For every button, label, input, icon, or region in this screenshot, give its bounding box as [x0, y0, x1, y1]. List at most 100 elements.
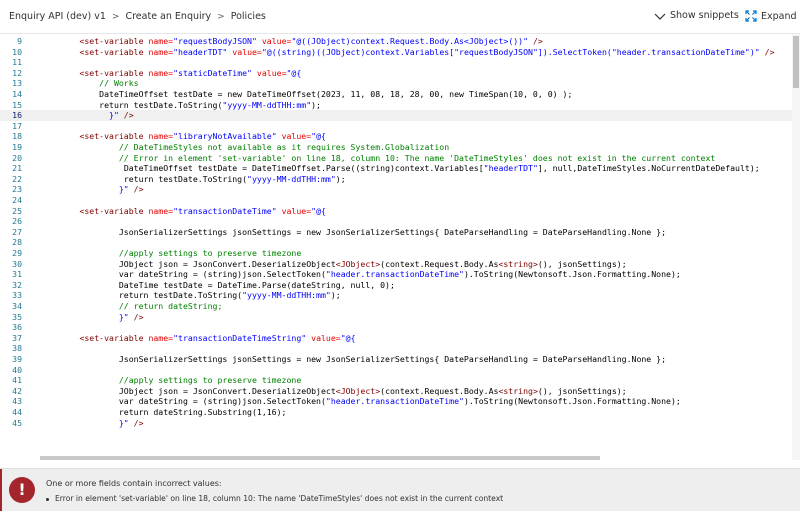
- code-line[interactable]: 43 var dateString = (string)json.SelectT…: [0, 396, 800, 407]
- code-line[interactable]: 12 <set-variable name="staticDateTime" v…: [0, 68, 800, 79]
- code-token: "header.transactionDateTime": [325, 396, 464, 407]
- code-text: <set-variable name="headerTDT" value="@(…: [40, 46, 774, 58]
- code-line[interactable]: 42 JObject json = JsonConvert.Deserializ…: [0, 386, 800, 397]
- code-token: ).ToString(Newtonsoft.Json.Formatting.No…: [463, 396, 681, 407]
- code-token: (context.Request.Body.As: [380, 258, 499, 269]
- line-number: 30: [12, 258, 22, 269]
- error-title: One or more fields contain incorrect val…: [46, 479, 222, 488]
- code-token: value=: [281, 205, 312, 216]
- code-line[interactable]: 28: [0, 237, 800, 248]
- code-line[interactable]: 23 }" />: [0, 184, 800, 195]
- code-token: />: [528, 36, 543, 46]
- code-token: JObject json = JsonConvert.DeserializeOb…: [118, 385, 336, 396]
- code-token: JsonSerializerSettings jsonSettings = ne…: [118, 226, 667, 237]
- code-line[interactable]: 26: [0, 216, 800, 227]
- code-token: }": [109, 110, 119, 121]
- line-number: 40: [12, 364, 22, 375]
- horizontal-scrollbar[interactable]: [40, 456, 600, 460]
- code-token: "transactionDateTime": [173, 205, 277, 216]
- show-snippets-button[interactable]: Show snippets: [654, 10, 739, 21]
- code-line[interactable]: 14 DateTimeOffset testDate = new DateTim…: [0, 89, 800, 100]
- code-line[interactable]: 44 return dateString.Substring(1,16);: [0, 407, 800, 418]
- code-token: // DateTimeStyles not available as it re…: [118, 142, 450, 152]
- code-text: <set-variable name="transactionDateTimeS…: [40, 333, 355, 344]
- line-number: 31: [12, 269, 22, 280]
- code-line[interactable]: 45 }" />: [0, 418, 800, 429]
- code-token: (context.Request.Body.As: [380, 385, 499, 396]
- code-token: DateTime testDate = DateTime.Parse(dateS…: [118, 279, 395, 290]
- code-line[interactable]: 37 <set-variable name="transactionDateTi…: [0, 333, 800, 344]
- code-line[interactable]: 24: [0, 195, 800, 206]
- code-text: DateTimeOffset testDate = new DateTimeOf…: [40, 89, 572, 100]
- code-token: name=: [148, 46, 174, 57]
- error-panel: ! One or more fields contain incorrect v…: [0, 468, 800, 511]
- code-token: value=: [232, 46, 262, 57]
- code-line[interactable]: 39 JsonSerializerSettings jsonSettings =…: [0, 354, 800, 365]
- code-token: "yyyy-MM-ddTHH:mm": [242, 290, 331, 301]
- code-line[interactable]: 33 return testDate.ToString("yyyy-MM-ddT…: [0, 290, 800, 301]
- vertical-scrollbar-thumb[interactable]: [793, 36, 799, 88]
- code-line[interactable]: 21 DateTimeOffset testDate = DateTimeOff…: [0, 163, 800, 174]
- code-text: return testDate.ToString("yyyy-MM-ddTHH:…: [40, 174, 346, 185]
- line-number: 14: [12, 89, 22, 99]
- code-line[interactable]: 16 }" />: [0, 110, 800, 121]
- code-token: var dateString = (string)json.SelectToke…: [118, 269, 326, 280]
- code-token: // return dateString;: [118, 301, 223, 311]
- code-text: <set-variable name="staticDateTime" valu…: [40, 68, 301, 79]
- code-token: }": [118, 417, 129, 428]
- line-number: 28: [12, 237, 22, 248]
- code-line[interactable]: 19 // DateTimeStyles not available as it…: [0, 142, 800, 153]
- breadcrumb-separator: >: [217, 11, 225, 22]
- code-line[interactable]: 38: [0, 343, 800, 354]
- code-line[interactable]: 31 var dateString = (string)json.SelectT…: [0, 269, 800, 280]
- code-token: name=: [148, 67, 174, 78]
- code-line[interactable]: 13 // Works: [0, 78, 800, 89]
- code-line[interactable]: 22 return testDate.ToString("yyyy-MM-ddT…: [0, 174, 800, 185]
- code-line[interactable]: 9 <set-variable name="requestBodyJSON" v…: [0, 36, 800, 47]
- code-line[interactable]: 36: [0, 322, 800, 333]
- code-line[interactable]: 27 JsonSerializerSettings jsonSettings =…: [0, 227, 800, 238]
- line-number: 36: [12, 322, 22, 333]
- breadcrumb: Enquiry API (dev) v1 > Create an Enquiry…: [9, 11, 266, 22]
- breadcrumb-item-api[interactable]: Enquiry API (dev) v1: [9, 11, 106, 22]
- code-token: name=: [148, 205, 174, 216]
- code-line[interactable]: 25 <set-variable name="transactionDateTi…: [0, 206, 800, 217]
- vertical-scrollbar[interactable]: [792, 34, 800, 460]
- code-line[interactable]: 30 JObject json = JsonConvert.Deserializ…: [0, 259, 800, 270]
- code-line[interactable]: 18 <set-variable name="libraryNotAvailab…: [0, 131, 800, 142]
- breadcrumb-item-policies[interactable]: Policies: [231, 11, 266, 22]
- code-token: value=: [281, 131, 312, 142]
- expand-button[interactable]: Expand: [745, 10, 797, 22]
- line-number: 45: [12, 417, 22, 428]
- code-line[interactable]: 15 return testDate.ToString("yyyy-MM-ddT…: [0, 100, 800, 111]
- code-text: // Error in element 'set-variable' on li…: [40, 153, 715, 164]
- code-text: }" />: [40, 418, 144, 429]
- code-line[interactable]: 20 // Error in element 'set-variable' on…: [0, 153, 800, 164]
- code-text: return testDate.ToString("yyyy-MM-ddTHH:…: [40, 100, 321, 111]
- breadcrumb-item-operation[interactable]: Create an Enquiry: [125, 11, 211, 22]
- code-token: name=: [148, 36, 174, 46]
- code-text: //apply settings to preserve timezone: [40, 375, 301, 386]
- code-line[interactable]: 17: [0, 121, 800, 132]
- code-line[interactable]: 29 //apply settings to preserve timezone: [0, 248, 800, 259]
- code-line[interactable]: 40: [0, 365, 800, 376]
- code-line[interactable]: 11: [0, 57, 800, 68]
- code-line[interactable]: 10 <set-variable name="headerTDT" value=…: [0, 47, 800, 58]
- error-item-text: Error in element 'set-variable' on line …: [55, 494, 504, 503]
- code-text: DateTime testDate = DateTime.Parse(dateS…: [40, 280, 395, 291]
- code-token: />: [128, 184, 144, 195]
- policy-code-editor[interactable]: 9 <set-variable name="requestBodyJSON" v…: [0, 34, 800, 460]
- code-line[interactable]: 41 //apply settings to preserve timezone: [0, 375, 800, 386]
- error-item: Error in element 'set-variable' on line …: [46, 494, 503, 503]
- error-accent-bar: [0, 469, 2, 511]
- code-line[interactable]: 35 }" />: [0, 312, 800, 323]
- code-line[interactable]: 34 // return dateString;: [0, 301, 800, 312]
- code-line[interactable]: 32 DateTime testDate = DateTime.Parse(da…: [0, 280, 800, 291]
- line-number: 42: [12, 385, 22, 396]
